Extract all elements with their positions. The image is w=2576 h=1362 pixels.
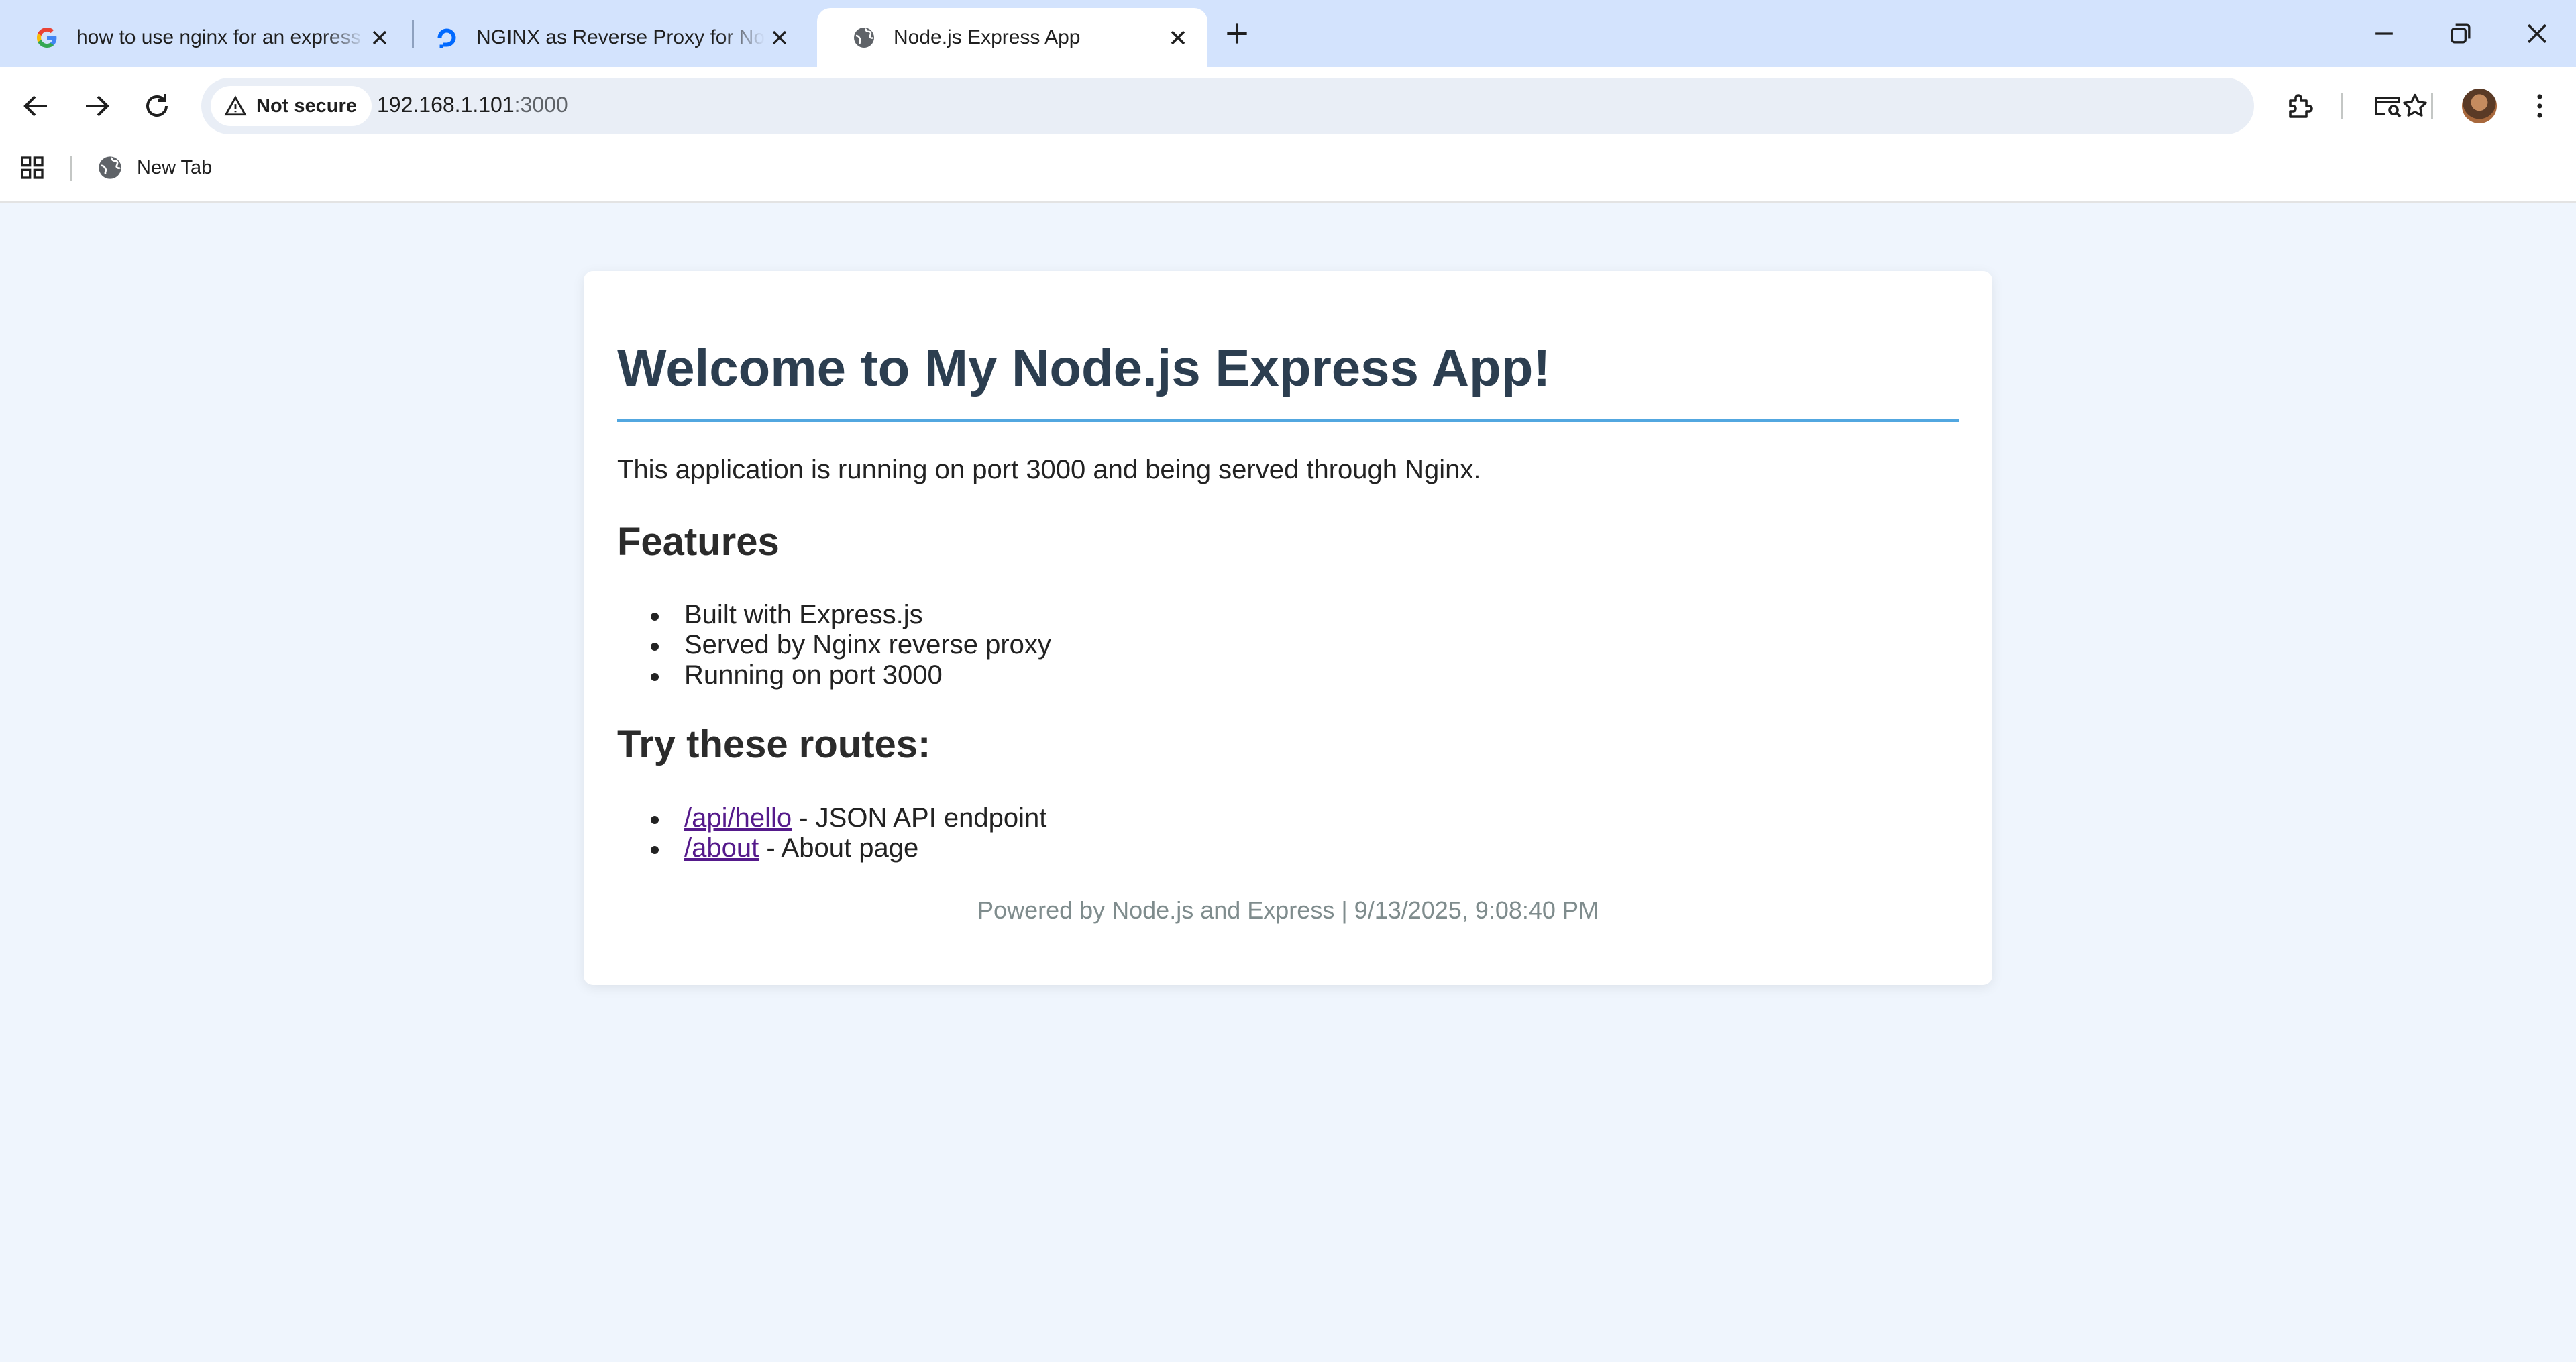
- close-icon[interactable]: [368, 25, 392, 50]
- content-card: Welcome to My Node.js Express App! This …: [584, 271, 1992, 985]
- forward-arrow-icon[interactable]: [80, 90, 113, 122]
- routes-heading: Try these routes:: [617, 723, 931, 766]
- google-icon: [37, 28, 57, 48]
- url-port: :3000: [514, 93, 568, 117]
- warning-triangle-icon: [224, 95, 247, 116]
- toolbar-separator: [2431, 93, 2433, 119]
- routes-list: /api/hello - JSON API endpoint /about - …: [651, 803, 1046, 863]
- close-window-icon[interactable]: [2522, 19, 2552, 48]
- site-security-chip[interactable]: Not secure: [211, 86, 372, 126]
- tab-title: Node.js Express App: [894, 26, 1081, 48]
- apps-grid-icon[interactable]: [19, 154, 46, 181]
- tab-google-search[interactable]: how to use nginx for an express app: [0, 8, 409, 67]
- back-arrow-icon[interactable]: [20, 90, 52, 122]
- url-host: 192.168.1.101: [377, 93, 515, 117]
- route-link-api-hello[interactable]: /api/hello: [684, 803, 792, 833]
- profile-avatar[interactable]: [2462, 89, 2497, 123]
- bookmark-new-tab[interactable]: New Tab: [97, 153, 212, 182]
- url-text[interactable]: 192.168.1.101:3000: [377, 93, 568, 117]
- route-link-about[interactable]: /about: [684, 833, 759, 863]
- bookmarks-bar: [0, 144, 2576, 203]
- route-description: - JSON API endpoint: [792, 803, 1047, 833]
- bookmark-label: New Tab: [137, 156, 213, 178]
- security-label: Not secure: [256, 95, 357, 117]
- tab-search-icon[interactable]: [2372, 90, 2404, 122]
- route-description: - About page: [759, 833, 919, 863]
- list-item: Running on port 3000: [651, 660, 1051, 690]
- digitalocean-icon: [437, 28, 456, 48]
- intro-text: This application is running on port 3000…: [617, 455, 1481, 484]
- list-item: /about - About page: [651, 833, 1046, 863]
- features-heading: Features: [617, 520, 780, 564]
- new-tab-plus-icon[interactable]: [1222, 19, 1252, 48]
- globe-icon: [854, 28, 874, 48]
- tab-node-express-app[interactable]: Node.js Express App: [817, 8, 1208, 67]
- globe-icon: [99, 156, 121, 179]
- list-item: Built with Express.js: [651, 600, 1051, 630]
- address-bar[interactable]: Not secure 192.168.1.101:3000: [201, 78, 2427, 134]
- bookmarks-separator: [70, 156, 72, 181]
- features-list: Built with Express.js Served by Nginx re…: [651, 600, 1051, 690]
- minimize-icon[interactable]: [2369, 19, 2399, 48]
- close-icon[interactable]: [1166, 25, 1190, 50]
- extensions-puzzle-icon[interactable]: [2284, 90, 2316, 122]
- reload-icon[interactable]: [141, 90, 173, 122]
- footer-text: Powered by Node.js and Express | 9/13/20…: [977, 896, 1599, 924]
- bookmark-star-icon[interactable]: [2400, 91, 2430, 121]
- page-title: Welcome to My Node.js Express App!: [617, 338, 1551, 397]
- list-item: Served by Nginx reverse proxy: [651, 630, 1051, 660]
- more-menu-icon[interactable]: [2524, 90, 2556, 122]
- toolbar-separator: [2341, 93, 2343, 119]
- tab-title: NGINX as Reverse Proxy for Node.js: [476, 26, 765, 48]
- close-icon[interactable]: [767, 25, 792, 50]
- restore-icon[interactable]: [2446, 19, 2475, 48]
- title-underline: [617, 419, 1959, 422]
- list-item: /api/hello - JSON API endpoint: [651, 803, 1046, 833]
- tab-title: how to use nginx for an express app: [76, 26, 365, 48]
- tab-nginx-reverse-proxy[interactable]: NGINX as Reverse Proxy for Node.js: [400, 8, 809, 67]
